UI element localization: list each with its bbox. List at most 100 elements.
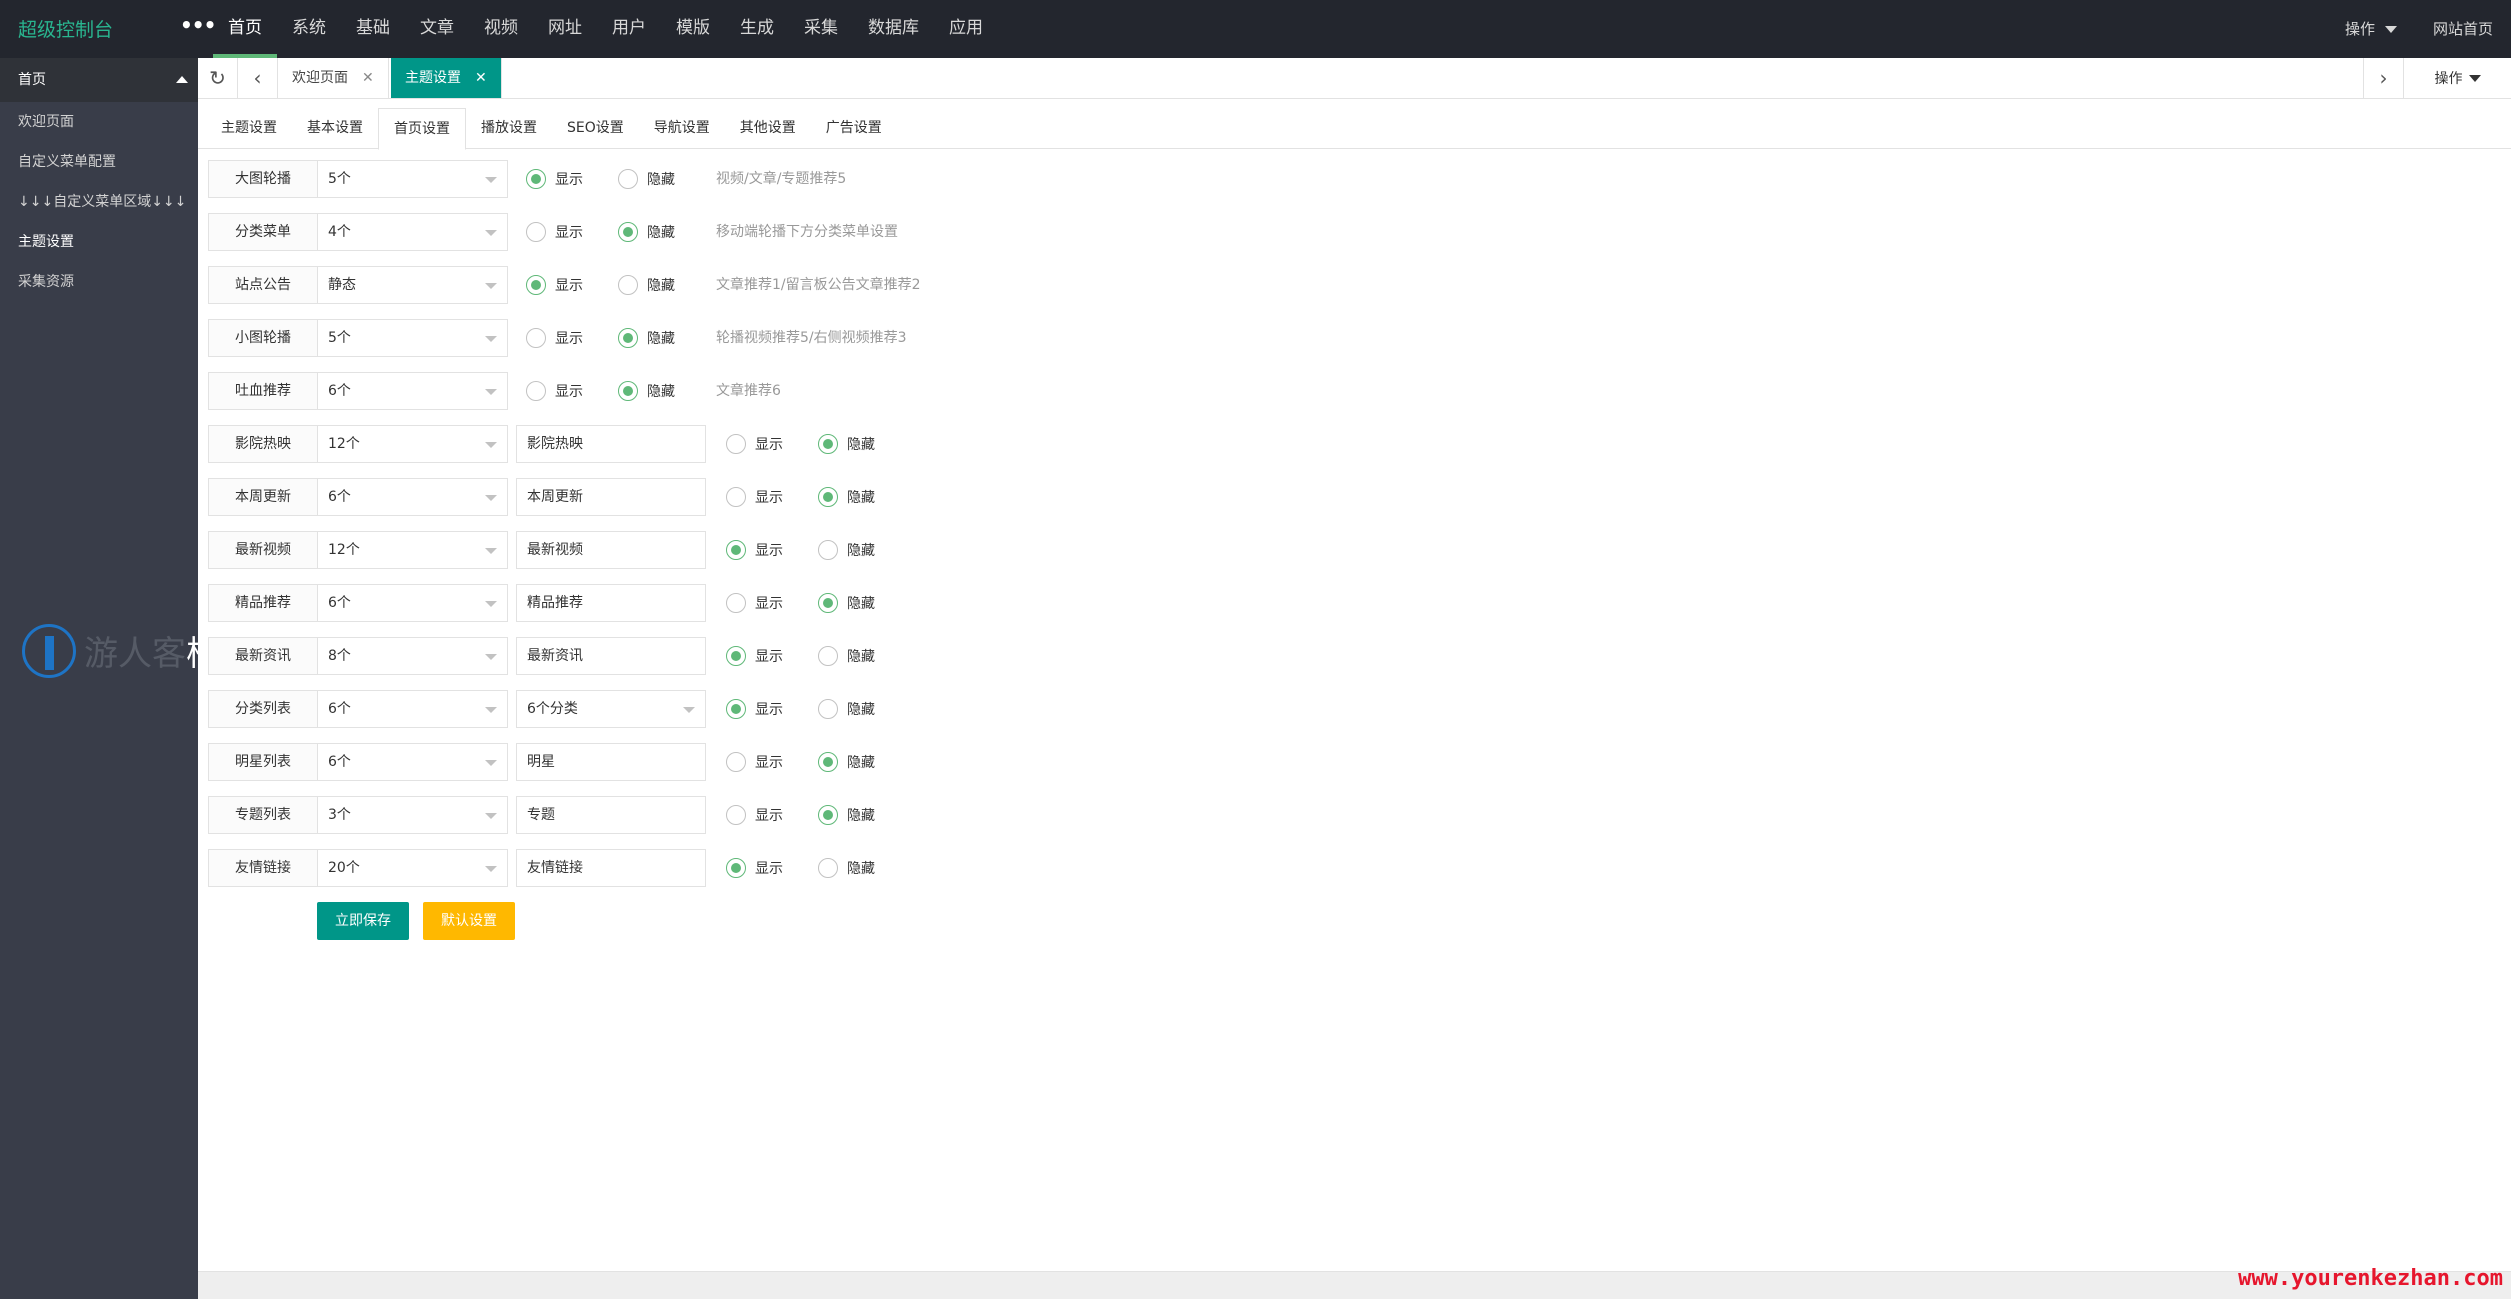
- refresh-icon[interactable]: ↻: [198, 58, 238, 98]
- count-select[interactable]: 3个: [318, 796, 508, 834]
- count-select[interactable]: 20个: [318, 849, 508, 887]
- tab-play-settings[interactable]: 播放设置: [466, 108, 552, 149]
- top-nav-basic[interactable]: 基础: [341, 0, 405, 58]
- top-nav-user[interactable]: 用户: [597, 0, 661, 58]
- top-nav-article[interactable]: 文章: [405, 0, 469, 58]
- radio-hide[interactable]: 隐藏: [818, 805, 875, 825]
- radio-label: 显示: [555, 225, 583, 241]
- page-tab-theme[interactable]: 主题设置 ✕: [391, 58, 502, 98]
- radio-hide[interactable]: 隐藏: [818, 593, 875, 613]
- brand-title[interactable]: 超级控制台: [18, 15, 113, 42]
- radio-hide[interactable]: 隐藏: [618, 381, 675, 401]
- radio-label: 隐藏: [647, 331, 675, 347]
- radio-hide[interactable]: 隐藏: [618, 222, 675, 242]
- title-input[interactable]: 友情链接: [516, 849, 706, 887]
- count-select[interactable]: 6个: [318, 478, 508, 516]
- radio-show[interactable]: 显示: [726, 540, 783, 560]
- count-select[interactable]: 6个: [318, 690, 508, 728]
- form-row: 友情链接 20个 友情链接 显示 隐藏: [208, 849, 1408, 887]
- tab-seo-settings[interactable]: SEO设置: [552, 108, 639, 149]
- radio-show[interactable]: 显示: [726, 752, 783, 772]
- radio-show[interactable]: 显示: [526, 169, 583, 189]
- sidebar-item-custom-area[interactable]: ↓↓↓自定义菜单区域↓↓↓: [0, 182, 198, 222]
- count-select[interactable]: 12个: [318, 531, 508, 569]
- sidebar-item-custom-menu[interactable]: 自定义菜单配置: [0, 142, 198, 182]
- sidebar-item-collect[interactable]: 采集资源: [0, 262, 198, 302]
- radio-label: 隐藏: [847, 649, 875, 665]
- sidebar-item-theme[interactable]: 主题设置: [0, 222, 198, 262]
- header-op-menu[interactable]: 操作: [2327, 0, 2415, 58]
- tab-home-settings[interactable]: 首页设置: [378, 108, 466, 150]
- more-menu-icon[interactable]: •••: [180, 13, 216, 37]
- title-input[interactable]: 专题: [516, 796, 706, 834]
- radio-hide[interactable]: 隐藏: [818, 434, 875, 454]
- close-icon[interactable]: ✕: [362, 70, 374, 86]
- title-input[interactable]: 明星: [516, 743, 706, 781]
- count-select[interactable]: 5个: [318, 160, 508, 198]
- count-select[interactable]: 8个: [318, 637, 508, 675]
- title-input[interactable]: 本周更新: [516, 478, 706, 516]
- title-input[interactable]: 最新资讯: [516, 637, 706, 675]
- top-nav-generate[interactable]: 生成: [725, 0, 789, 58]
- count-select[interactable]: 6个: [318, 743, 508, 781]
- radio-show[interactable]: 显示: [526, 275, 583, 295]
- radio-hide[interactable]: 隐藏: [818, 646, 875, 666]
- count-select[interactable]: 静态: [318, 266, 508, 304]
- radio-hide[interactable]: 隐藏: [818, 540, 875, 560]
- radio-show[interactable]: 显示: [526, 381, 583, 401]
- radio-label: 显示: [755, 808, 783, 824]
- radio-show[interactable]: 显示: [726, 593, 783, 613]
- radio-hide[interactable]: 隐藏: [818, 699, 875, 719]
- tab-ad-settings[interactable]: 广告设置: [811, 108, 897, 149]
- title-input[interactable]: 影院热映: [516, 425, 706, 463]
- tab-theme-settings[interactable]: 主题设置: [206, 108, 292, 149]
- top-nav-template[interactable]: 模版: [661, 0, 725, 58]
- radio-show[interactable]: 显示: [526, 222, 583, 242]
- category-select[interactable]: 6个分类: [516, 690, 706, 728]
- radio-hide[interactable]: 隐藏: [618, 275, 675, 295]
- top-nav-video[interactable]: 视频: [469, 0, 533, 58]
- tab-nav-settings[interactable]: 导航设置: [639, 108, 725, 149]
- save-button[interactable]: 立即保存: [317, 902, 409, 940]
- tab-op-menu[interactable]: 操作: [2403, 58, 2511, 98]
- tab-basic-settings[interactable]: 基本设置: [292, 108, 378, 149]
- count-select[interactable]: 5个: [318, 319, 508, 357]
- radio-show[interactable]: 显示: [726, 646, 783, 666]
- radio-circle-icon: [526, 328, 546, 348]
- count-select[interactable]: 4个: [318, 213, 508, 251]
- top-nav-collect[interactable]: 采集: [789, 0, 853, 58]
- top-nav-system[interactable]: 系统: [277, 0, 341, 58]
- top-nav-home[interactable]: 首页: [213, 0, 277, 58]
- radio-show[interactable]: 显示: [726, 434, 783, 454]
- radio-hide[interactable]: 隐藏: [818, 858, 875, 878]
- radio-show[interactable]: 显示: [726, 699, 783, 719]
- close-icon[interactable]: ✕: [475, 70, 487, 86]
- default-settings-button[interactable]: 默认设置: [423, 902, 515, 940]
- count-select-value: 5个: [328, 330, 351, 346]
- title-input[interactable]: 精品推荐: [516, 584, 706, 622]
- radio-show[interactable]: 显示: [726, 858, 783, 878]
- site-home-link[interactable]: 网站首页: [2415, 0, 2511, 58]
- chevron-left-icon[interactable]: ‹: [238, 58, 278, 98]
- radio-hide[interactable]: 隐藏: [618, 328, 675, 348]
- chevron-right-icon[interactable]: ›: [2363, 58, 2403, 98]
- sidebar-item-welcome[interactable]: 欢迎页面: [0, 102, 198, 142]
- radio-show[interactable]: 显示: [726, 487, 783, 507]
- radio-hide[interactable]: 隐藏: [618, 169, 675, 189]
- count-select[interactable]: 6个: [318, 372, 508, 410]
- top-nav-url[interactable]: 网址: [533, 0, 597, 58]
- radio-hide[interactable]: 隐藏: [818, 752, 875, 772]
- count-select-value: 12个: [328, 542, 360, 558]
- top-nav-database[interactable]: 数据库: [853, 0, 934, 58]
- radio-hide[interactable]: 隐藏: [818, 487, 875, 507]
- count-select[interactable]: 12个: [318, 425, 508, 463]
- page-tab-welcome[interactable]: 欢迎页面 ✕: [278, 58, 389, 98]
- count-select[interactable]: 6个: [318, 584, 508, 622]
- tab-other-settings[interactable]: 其他设置: [725, 108, 811, 149]
- radio-show[interactable]: 显示: [526, 328, 583, 348]
- title-input[interactable]: 最新视频: [516, 531, 706, 569]
- sidebar-group-home[interactable]: 首页: [0, 58, 198, 102]
- radio-show[interactable]: 显示: [726, 805, 783, 825]
- top-nav-apps[interactable]: 应用: [934, 0, 998, 58]
- radio-label: 显示: [755, 596, 783, 612]
